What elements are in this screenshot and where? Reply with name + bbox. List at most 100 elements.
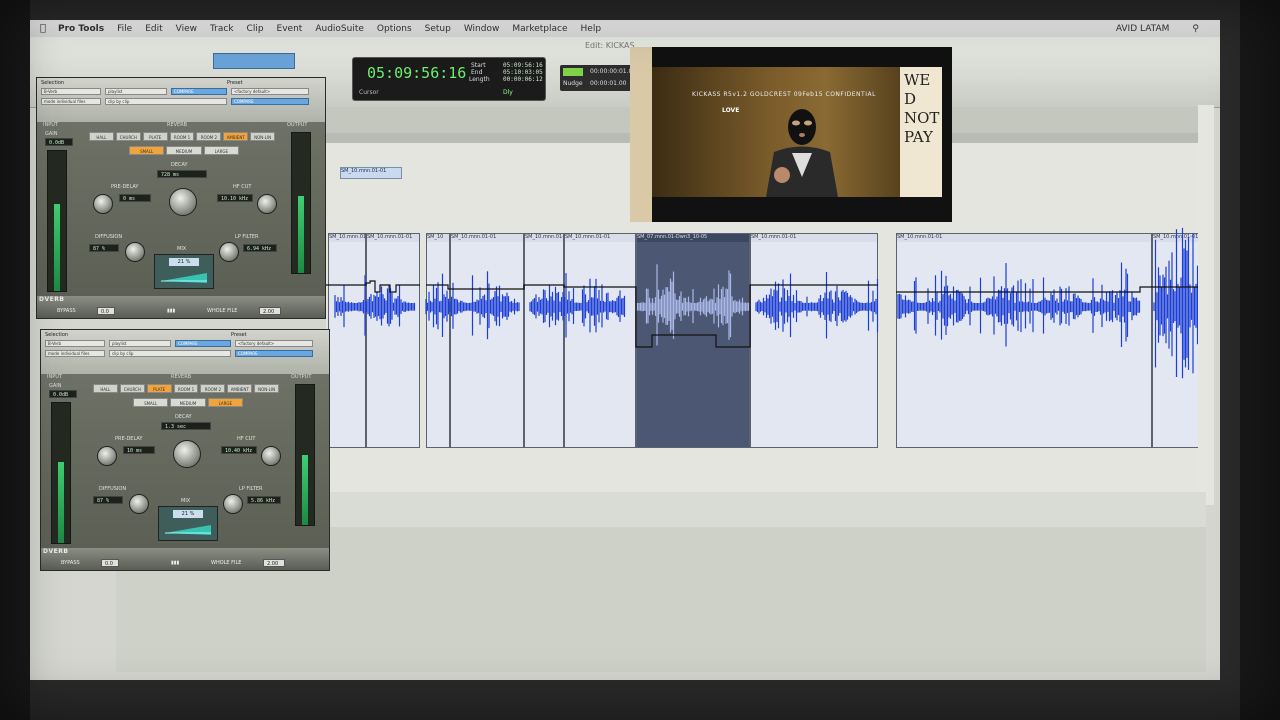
gain-label: GAIN	[49, 383, 62, 389]
whole-file-label[interactable]: WHOLE FILE	[211, 559, 241, 567]
room-size-button[interactable]: MEDIUM	[170, 398, 206, 407]
menu-app[interactable]: Pro Tools	[58, 24, 104, 34]
menu-options[interactable]: Options	[377, 24, 412, 34]
video-window[interactable]: WE D NOT PAY KICKASS R5v1.2 GOLDCREST 09…	[630, 47, 952, 222]
playlist-button[interactable]: playlist	[105, 88, 167, 95]
diffusion-knob[interactable]	[125, 242, 145, 262]
bypass-chip[interactable]: B-Verb	[45, 340, 105, 347]
compare-button[interactable]: COMPARE	[175, 340, 231, 347]
reverb-type-button[interactable]: ROOM 2	[200, 384, 226, 393]
predelay-value[interactable]: 10 ms	[123, 446, 155, 454]
clip-by-clip-button[interactable]: clip by clip	[105, 98, 227, 105]
reverb-type-button[interactable]: ROOM 2	[196, 132, 222, 141]
input-meter	[47, 150, 67, 292]
hfcut-knob[interactable]	[261, 446, 281, 466]
mode-button[interactable]: mode individual files	[45, 350, 105, 357]
render-button[interactable]: ▮▮▮	[167, 307, 175, 315]
reverb-type-button[interactable]: AMBIENT	[227, 384, 253, 393]
reverb-type-button[interactable]: AMBIENT	[223, 132, 249, 141]
menu-setup[interactable]: Setup	[425, 24, 451, 34]
user-name[interactable]: AVID LATAM	[1116, 24, 1170, 34]
preset-menu[interactable]: <factory default>	[235, 340, 313, 347]
reverb-type-button[interactable]: PLATE	[146, 384, 172, 393]
decay-knob[interactable]	[169, 188, 197, 216]
bypass-chip[interactable]: B-Verb	[41, 88, 101, 95]
decay-value[interactable]: 1.3 sec	[161, 422, 211, 430]
menu-track[interactable]: Track	[210, 24, 234, 34]
apple-icon[interactable]: 	[40, 23, 46, 34]
input-meter-fill	[58, 461, 64, 543]
menu-help[interactable]: Help	[581, 24, 602, 34]
playlist-button[interactable]: playlist	[109, 340, 171, 347]
plugin-header: Selection Preset B-Verb playlist COMPARE…	[37, 78, 325, 122]
mix-control[interactable]: 21 %	[158, 506, 218, 541]
room-size-button[interactable]: LARGE	[207, 398, 243, 407]
menu-clip[interactable]: Clip	[247, 24, 264, 34]
plugin-header: Selection Preset B-Verb playlist COMPARE…	[41, 330, 329, 374]
gain-value[interactable]: 0.0dB	[45, 138, 73, 146]
volume-automation-line[interactable]	[326, 280, 420, 293]
clip-by-clip-button[interactable]: clip by clip	[109, 350, 231, 357]
reverb-type-button[interactable]: HALL	[93, 384, 118, 393]
render-button[interactable]: ▮▮▮	[171, 559, 179, 567]
room-size-button[interactable]: SMALL	[129, 146, 165, 155]
room-size-button[interactable]: SMALL	[133, 398, 169, 407]
menu-audiosuite[interactable]: AudioSuite	[315, 24, 364, 34]
predelay-knob[interactable]	[93, 194, 113, 214]
masked-man-figure	[766, 109, 838, 197]
lpfilter-value[interactable]: 5.86 kHz	[247, 496, 281, 504]
decay-value[interactable]: 728 ms	[157, 170, 207, 178]
whole-file-value[interactable]: 2.00	[263, 559, 285, 567]
decay-knob[interactable]	[173, 440, 201, 468]
reverb-type-button[interactable]: NON-LIN	[250, 132, 276, 141]
whole-file-value[interactable]: 2.00	[259, 307, 281, 315]
bypass-label[interactable]: BYPASS	[61, 559, 80, 567]
reverb-type-button[interactable]: ROOM 1	[173, 384, 199, 393]
predelay-value[interactable]: 0 ms	[119, 194, 151, 202]
menu-event[interactable]: Event	[277, 24, 303, 34]
menu-window[interactable]: Window	[464, 24, 500, 34]
diffusion-value[interactable]: 87 %	[89, 244, 119, 252]
predelay-knob[interactable]	[97, 446, 117, 466]
mix-control[interactable]: 21 %	[154, 254, 214, 289]
preset-menu[interactable]: <factory default>	[231, 88, 309, 95]
diffusion-label: DIFFUSION	[99, 486, 127, 492]
volume-automation-line[interactable]	[612, 284, 878, 348]
mode-button[interactable]: mode individual files	[41, 98, 101, 105]
lpfilter-knob[interactable]	[219, 242, 239, 262]
preset-label: Preset	[227, 80, 243, 86]
bypass-label[interactable]: BYPASS	[57, 307, 76, 315]
room-size-button[interactable]: MEDIUM	[166, 146, 202, 155]
compare-toggle[interactable]: COMPARE	[235, 350, 313, 357]
lpfilter-knob[interactable]	[223, 494, 243, 514]
room-size-button[interactable]: LARGE	[203, 146, 239, 155]
menu-view[interactable]: View	[176, 24, 197, 34]
menu-file[interactable]: File	[117, 24, 132, 34]
reverb-type-button[interactable]: CHURCH	[115, 132, 141, 141]
reverb-type-button[interactable]: ROOM 1	[169, 132, 195, 141]
dverb-plugin-window-2[interactable]: Selection Preset B-Verb playlist COMPARE…	[40, 329, 330, 571]
diffusion-knob[interactable]	[129, 494, 149, 514]
bypass-value[interactable]: 0.0	[97, 307, 115, 315]
hfcut-value[interactable]: 10.10 kHz	[217, 194, 253, 202]
reverb-type-button[interactable]: HALL	[89, 132, 114, 141]
gain-value[interactable]: 0.0dB	[49, 390, 77, 398]
hfcut-value[interactable]: 10.40 kHz	[221, 446, 257, 454]
diffusion-value[interactable]: 87 %	[93, 496, 123, 504]
whole-file-label[interactable]: WHOLE FILE	[207, 307, 237, 315]
menu-edit[interactable]: Edit	[145, 24, 162, 34]
input-meter-fill	[54, 204, 60, 291]
search-icon[interactable]: ⚲	[1192, 24, 1199, 34]
menu-marketplace[interactable]: Marketplace	[512, 24, 567, 34]
reverb-type-button[interactable]: CHURCH	[119, 384, 145, 393]
vertical-scrollbar[interactable]	[1198, 105, 1214, 505]
dverb-plugin-window-1[interactable]: Selection Preset B-Verb playlist COMPARE…	[36, 77, 326, 319]
bypass-value[interactable]: 0.0	[101, 559, 119, 567]
compare-toggle[interactable]: COMPARE	[231, 98, 309, 105]
reverb-type-button[interactable]: NON-LIN	[254, 384, 280, 393]
lpfilter-value[interactable]: 6.94 kHz	[243, 244, 277, 252]
plugin-body: INPUT REVERB OUTPUT GAIN 0.0dB HALL CHURC…	[37, 122, 325, 298]
compare-button[interactable]: COMPARE	[171, 88, 227, 95]
hfcut-knob[interactable]	[257, 194, 277, 214]
reverb-type-button[interactable]: PLATE	[142, 132, 168, 141]
